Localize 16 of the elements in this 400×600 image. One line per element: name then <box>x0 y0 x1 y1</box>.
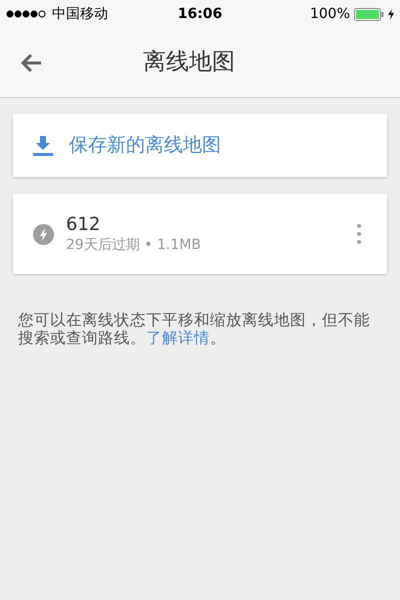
charging-icon <box>388 8 394 20</box>
offline-map-card[interactable]: 612 29天后过期 • 1.1MB <box>13 194 387 274</box>
map-details: 29天后过期 • 1.1MB <box>66 236 202 254</box>
lightning-icon <box>33 224 54 244</box>
map-name: 612 <box>66 214 102 236</box>
download-icon <box>33 136 53 156</box>
back-arrow-icon <box>20 52 42 72</box>
save-map-button[interactable]: 保存新的离线地图 <box>13 114 387 177</box>
battery-icon <box>354 8 384 20</box>
offline-info-text: 您可以在离线状态下平移和缩放离线地图，但不能搜索或查询路线。了解详情。 <box>17 311 371 347</box>
learn-more-link[interactable]: 了解详情 <box>146 329 210 347</box>
signal-icon <box>6 10 46 18</box>
page-title: 离线地图 <box>143 48 235 78</box>
battery-percent: 100% <box>310 4 350 24</box>
status-time: 16:06 <box>178 4 222 24</box>
carrier-name: 中国移动 <box>52 4 108 24</box>
